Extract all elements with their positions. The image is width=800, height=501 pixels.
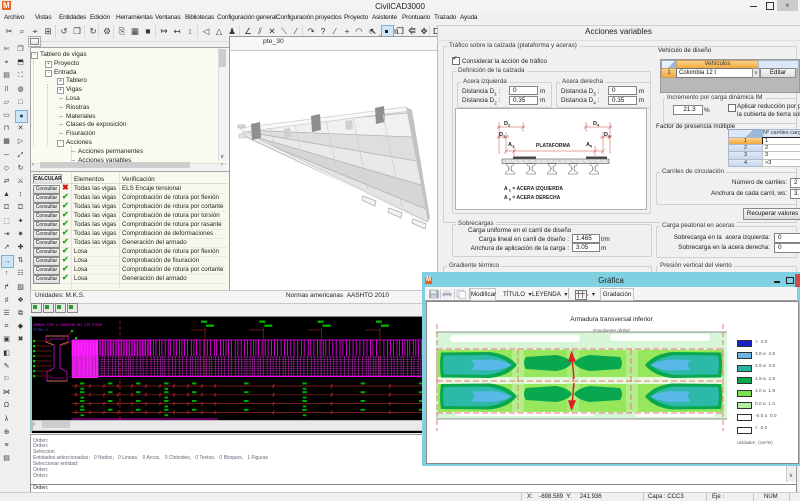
svg-text:D2: D2 <box>504 121 511 128</box>
svg-text:D1: D1 <box>499 132 506 139</box>
svg-text:PTE30_L1: PTE30_L1 <box>33 328 48 332</box>
svg-text:ARMADO TIPO 1 CONJUNTO DEL EJE: ARMADO TIPO 1 CONJUNTO DEL EJE PTE30 <box>33 323 102 327</box>
svg-text:D4: D4 <box>593 121 600 128</box>
svg-text:A 0 = ACERA DERECHA: A 0 = ACERA DERECHA <box>504 195 561 202</box>
svg-text:D3: D3 <box>604 132 611 139</box>
svg-text:PLATAFORMA: PLATAFORMA <box>536 143 571 149</box>
svg-text:A0: A0 <box>586 142 593 149</box>
svg-text:A 1 = ACERA IZQUIERDA: A 1 = ACERA IZQUIERDA <box>504 186 563 193</box>
svg-text:A1: A1 <box>508 142 515 149</box>
